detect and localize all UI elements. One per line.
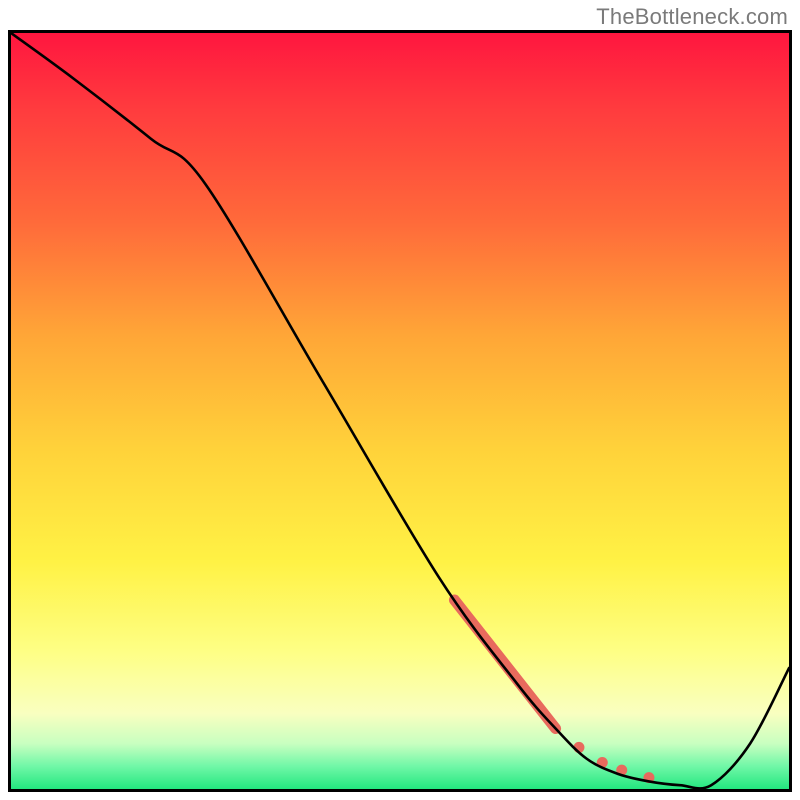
highlight-dots (573, 742, 654, 783)
chart-container: TheBottleneck.com (0, 0, 800, 800)
bottleneck-curve (11, 33, 789, 788)
plot-frame (8, 30, 792, 792)
curve-layer (11, 33, 789, 789)
highlight-segment (454, 600, 555, 729)
watermark-text: TheBottleneck.com (596, 4, 788, 30)
